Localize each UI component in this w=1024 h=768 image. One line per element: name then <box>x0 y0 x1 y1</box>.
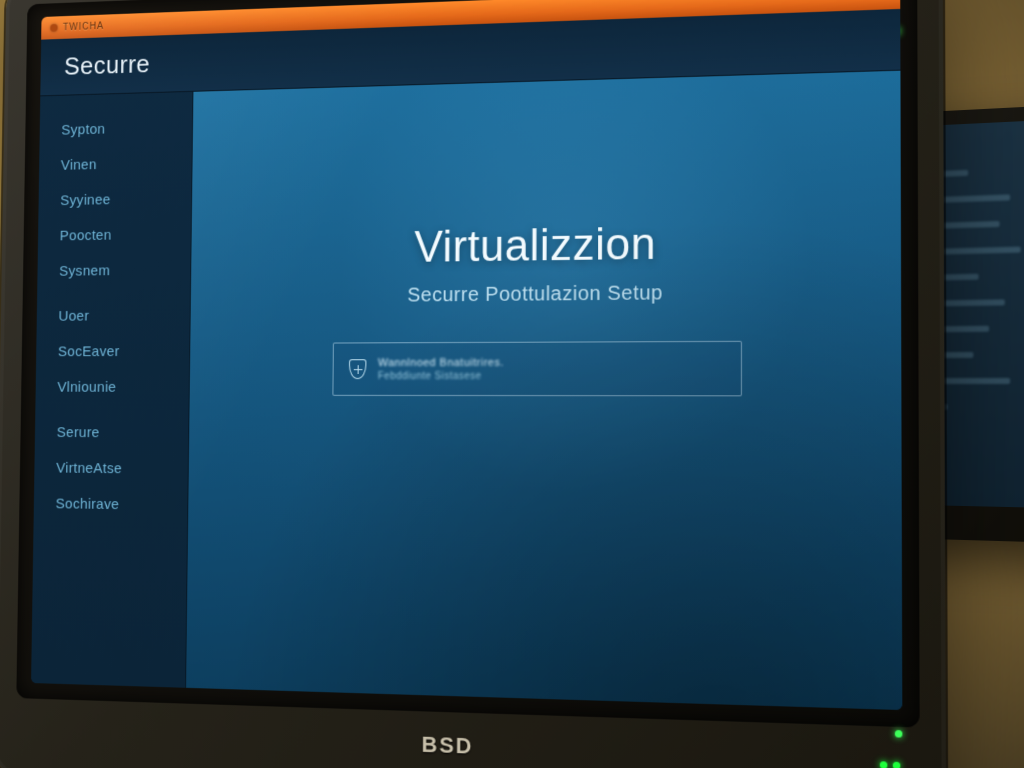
titlebar-app-name: TWICHA <box>63 21 104 33</box>
app-body: Sypton Vinen Syyinee Poocten Sysnem Uoer… <box>31 9 902 710</box>
sidebar-item[interactable]: Sysnem <box>37 252 190 289</box>
shield-icon <box>349 359 367 379</box>
main-heading: Virtualizzion <box>414 219 656 272</box>
screen: TWICHA Securre Sypton Vinen Syyinee Pooc… <box>31 0 902 710</box>
sidebar-item[interactable]: SocEaver <box>36 333 190 369</box>
activity-led-icon <box>893 762 901 768</box>
main-panel: Virtualizzion Securre Poottulazion Setup… <box>186 9 902 710</box>
monitor-brand-label: BSD <box>422 732 474 760</box>
primary-monitor: TWICHA Securre Sypton Vinen Syyinee Pooc… <box>0 0 946 768</box>
setup-option-line2: Febddiunte Sistasese <box>378 370 504 381</box>
sidebar-item[interactable]: Poocten <box>38 216 191 254</box>
activity-led-icon <box>880 761 888 768</box>
sidebar-item[interactable]: Syyinee <box>38 180 191 218</box>
setup-option-text: Wannlnoed Bnatuitrires. Febddiunte Sista… <box>378 356 504 381</box>
sidebar-item[interactable]: Uoer <box>37 298 190 335</box>
setup-option-button[interactable]: Wannlnoed Bnatuitrires. Febddiunte Sista… <box>332 341 742 397</box>
titlebar-badge-icon <box>50 24 57 32</box>
sidebar-item[interactable]: Sypton <box>39 109 192 148</box>
sidebar-item[interactable]: Vlniounie <box>35 369 189 405</box>
sidebar-item[interactable]: Sochirave <box>34 486 188 524</box>
main-subheading: Securre Poottulazion Setup <box>407 282 663 307</box>
sidebar-item[interactable]: Vinen <box>39 145 192 184</box>
setup-option-line1: Wannlnoed Bnatuitrires. <box>378 356 504 368</box>
sidebar-item[interactable]: Serure <box>35 415 189 452</box>
sidebar-item[interactable]: VirtneAtse <box>34 450 188 487</box>
page-title: Securre <box>64 49 150 81</box>
status-led-icon <box>895 730 903 738</box>
sidebar: Sypton Vinen Syyinee Poocten Sysnem Uoer… <box>31 34 194 688</box>
